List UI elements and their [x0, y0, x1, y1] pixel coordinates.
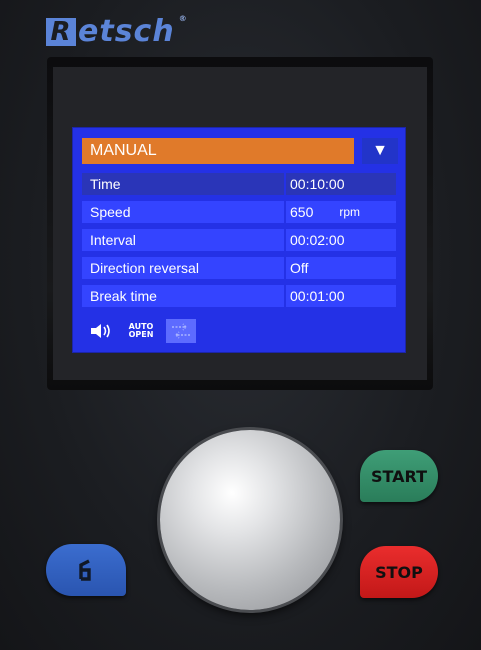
param-value: 00:01:00 — [286, 285, 396, 307]
mode-selector[interactable]: MANUAL — [82, 138, 354, 164]
param-row-time[interactable]: Time 00:10:00 — [82, 173, 396, 195]
value-text: 00:01:00 — [290, 288, 345, 304]
param-label: Time — [82, 173, 284, 195]
param-row-direction-reversal[interactable]: Direction reversal Off — [82, 257, 396, 279]
param-value: 00:02:00 — [286, 229, 396, 251]
param-label: Interval — [82, 229, 284, 251]
param-label: Break time — [82, 285, 284, 307]
value-text: 650 — [290, 204, 314, 220]
status-icon-bar: AUTO OPEN — [86, 319, 196, 343]
logo-text: etsch — [78, 14, 175, 49]
param-value: 650 rpm — [286, 201, 396, 223]
auto-open-icon[interactable]: AUTO OPEN — [126, 319, 156, 343]
lcd-screen: MANUAL ▼ Time 00:10:00 Speed 650 rpm Int… — [72, 127, 406, 353]
param-value: 00:10:00 — [286, 173, 396, 195]
value-text: 00:02:00 — [290, 232, 345, 248]
start-button[interactable]: START — [360, 450, 438, 502]
rotary-knob[interactable] — [160, 430, 340, 610]
registered-mark: ® — [178, 14, 188, 23]
door-open-icon — [79, 559, 91, 581]
param-row-break-time[interactable]: Break time 00:01:00 — [82, 285, 396, 307]
direction-reversal-icon[interactable] — [166, 319, 196, 343]
param-value: Off — [286, 257, 396, 279]
stop-button[interactable]: STOP — [360, 546, 438, 598]
param-label: Speed — [82, 201, 284, 223]
value-text: 00:10:00 — [290, 176, 345, 192]
logo-letter: R — [46, 17, 76, 47]
param-label: Direction reversal — [82, 257, 284, 279]
value-text: Off — [290, 260, 309, 276]
speaker-icon[interactable] — [86, 319, 116, 343]
door-open-button[interactable] — [46, 544, 126, 596]
param-row-speed[interactable]: Speed 650 rpm — [82, 201, 396, 223]
retsch-logo: R etsch ® — [46, 14, 188, 49]
auto-open-line2: OPEN — [128, 330, 154, 339]
chevron-down-icon[interactable]: ▼ — [362, 138, 398, 164]
unit-text: rpm — [339, 205, 361, 219]
param-row-interval[interactable]: Interval 00:02:00 — [82, 229, 396, 251]
